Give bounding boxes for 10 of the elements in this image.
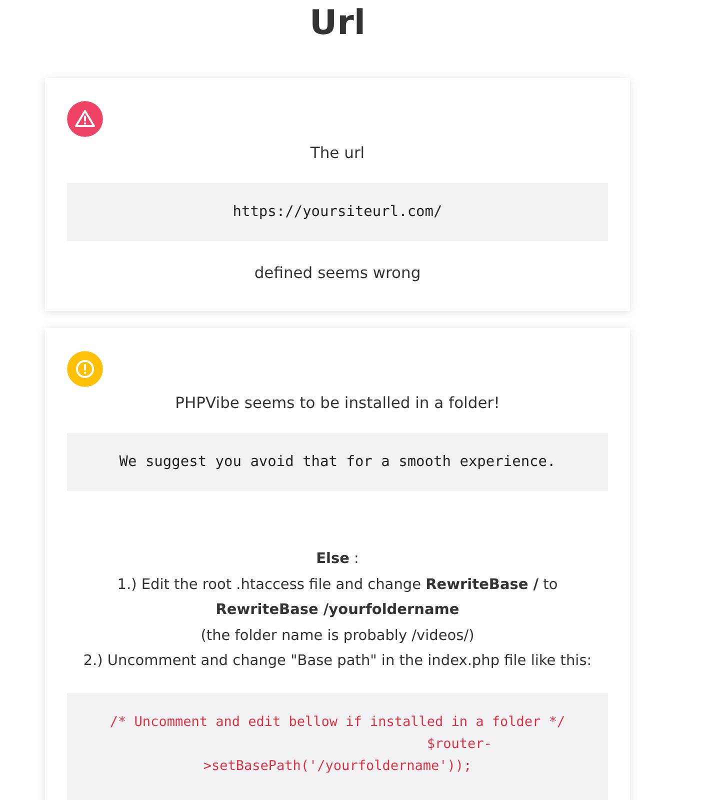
code-block: /* Uncomment and edit bellow if installed in a folder */ $router- >setBasePath('/yourfoldername'));: [67, 692, 608, 800]
code-block: https://yoursiteurl.com/: [67, 183, 608, 241]
warning-icon: [67, 101, 103, 137]
page-title: Url: [309, 2, 366, 45]
message-text: PHPVibe seems to be installed in a folder!: [175, 393, 500, 414]
code-block: We suggest you avoid that for a smooth experience.: [67, 433, 608, 491]
message-text: The url: [310, 143, 365, 164]
message-text: defined seems wrong: [254, 263, 421, 284]
exclamation-icon: [67, 351, 103, 387]
instructions-text: Else : 1.) Edit the root .htaccess file and change RewriteBase / to RewriteBase /yourfoldername (the folder name is probably /videos/) 2.) Uncomment and change "Base path" in the index.php file like this:: [83, 550, 592, 671]
